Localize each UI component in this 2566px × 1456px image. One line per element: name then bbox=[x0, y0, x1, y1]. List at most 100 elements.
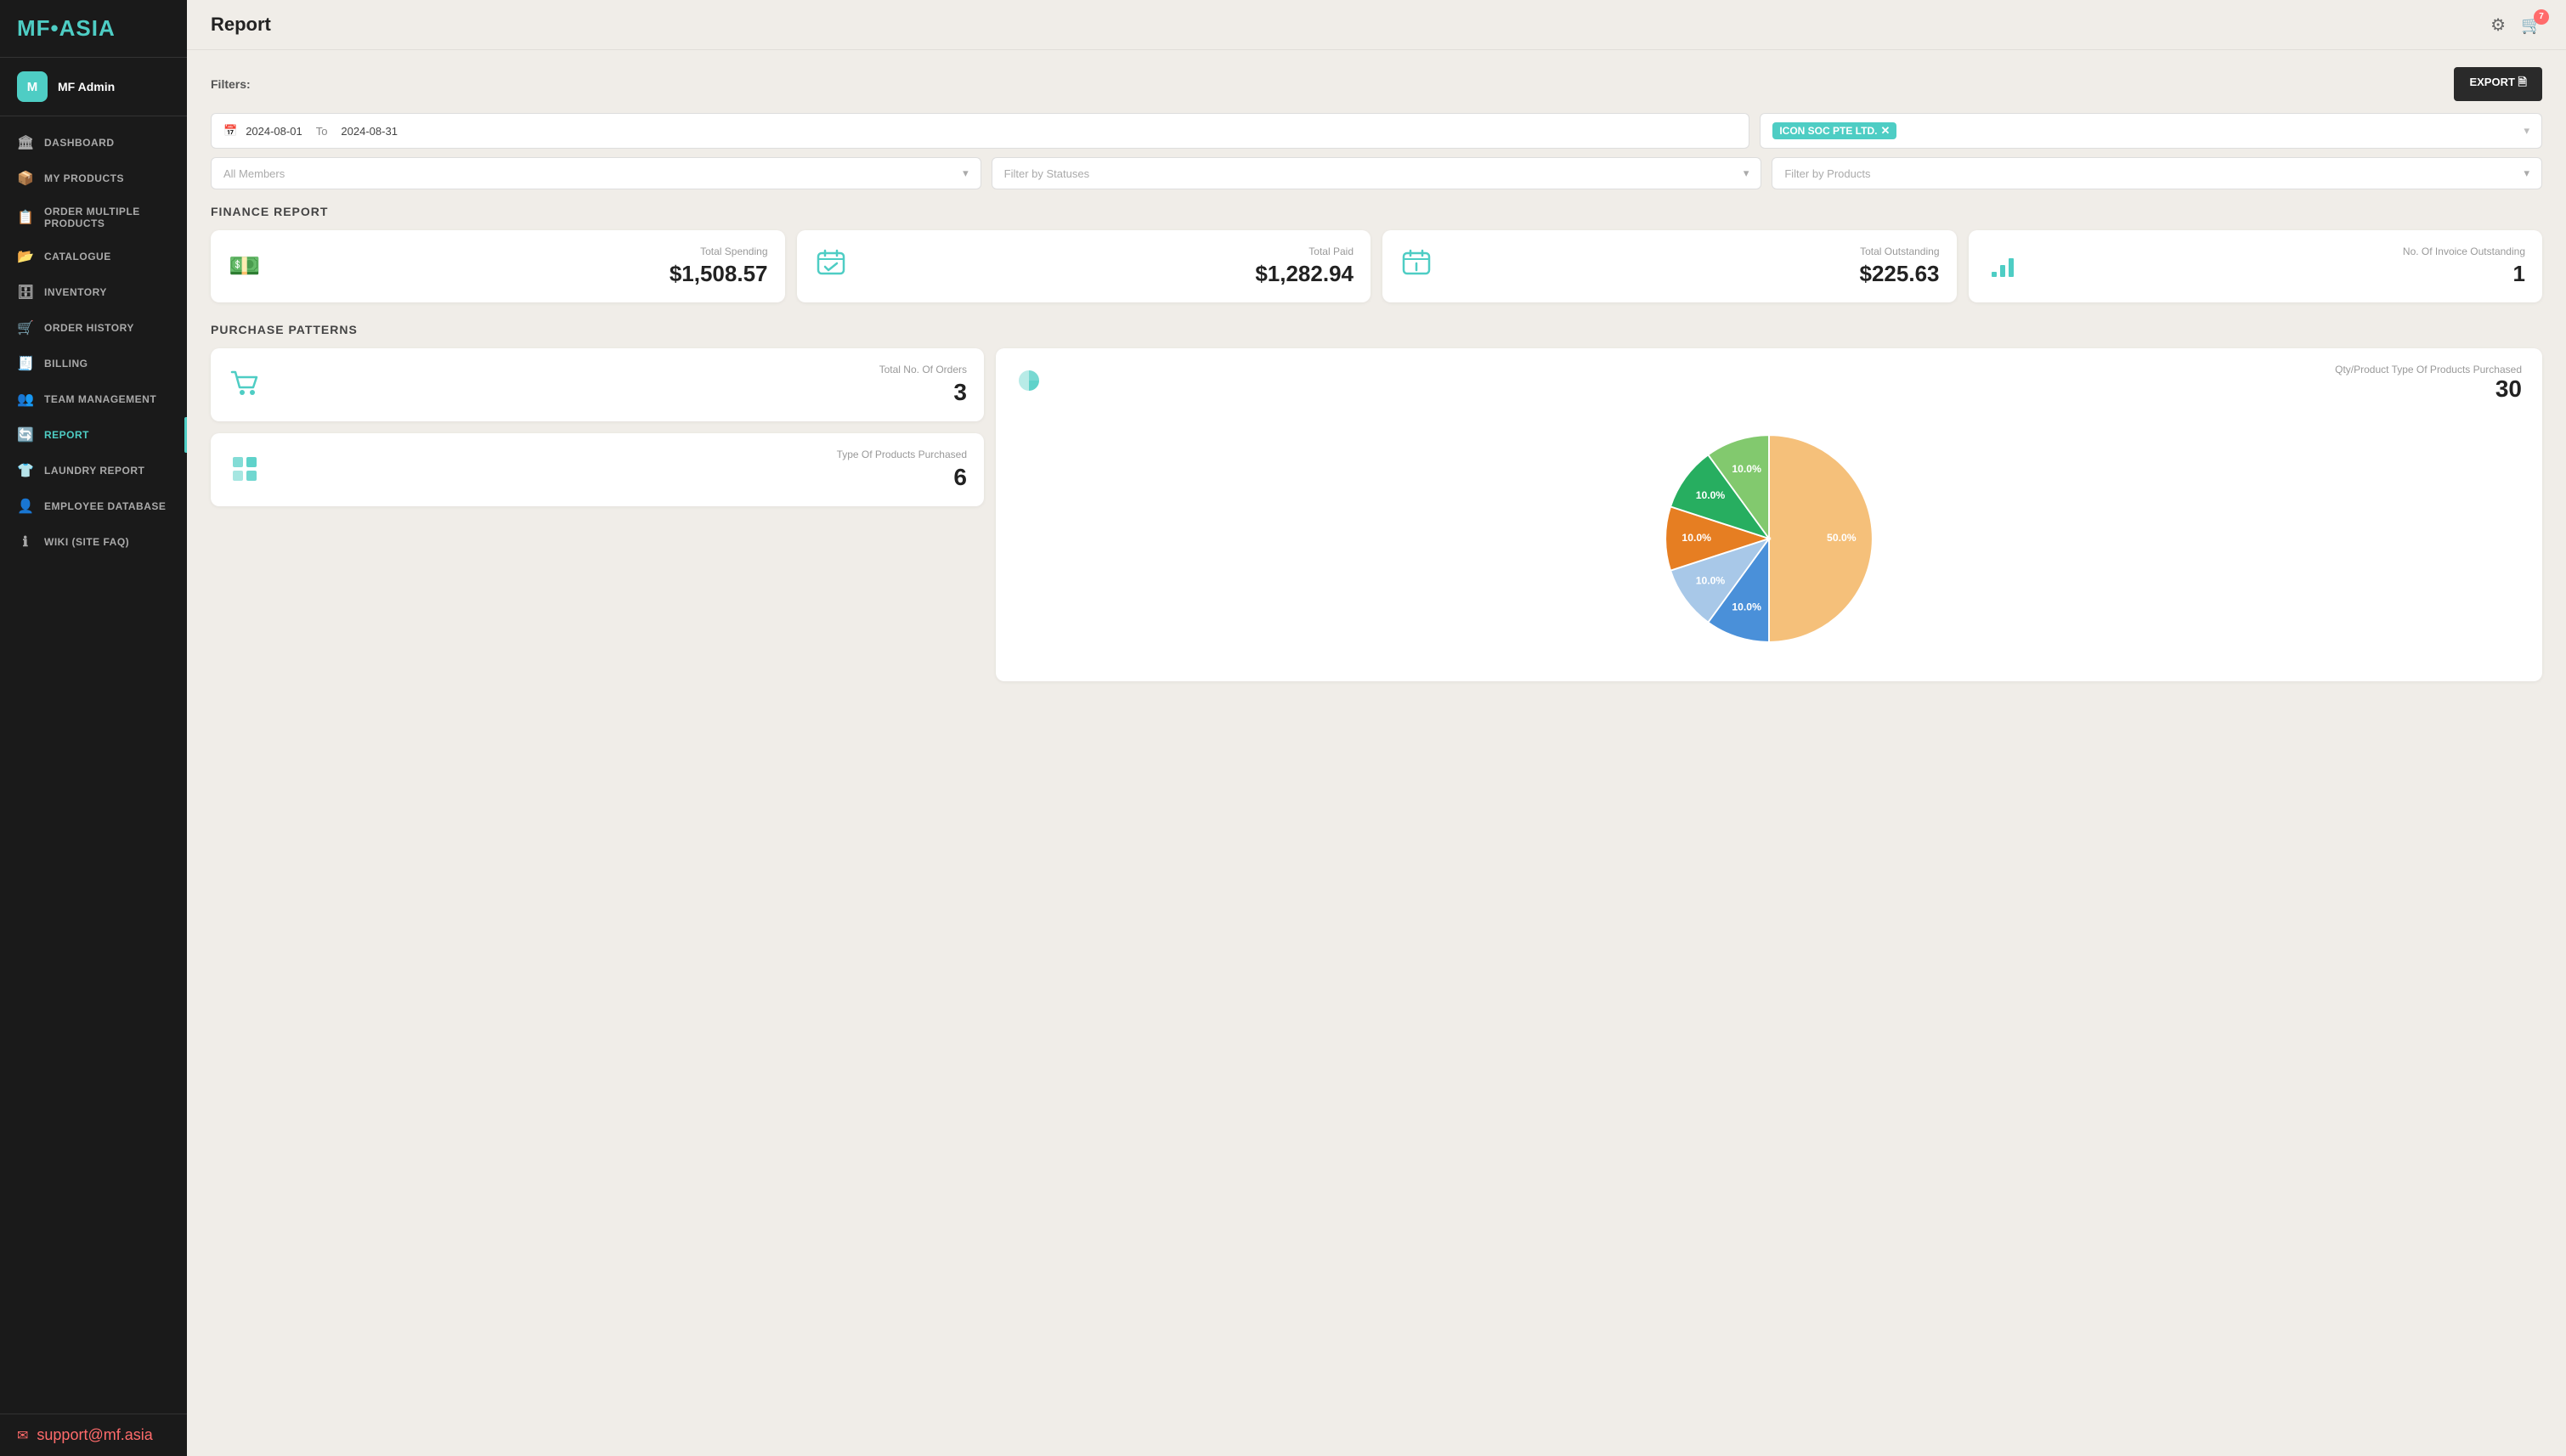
members-filter[interactable]: All Members ▾ bbox=[211, 157, 981, 189]
sidebar-item-catalogue[interactable]: 📂 CATALOGUE bbox=[0, 239, 187, 274]
invoice-icon bbox=[1986, 248, 2020, 285]
sidebar-item-label: WIKI (SITE FAQ) bbox=[44, 536, 129, 548]
spending-value: $1,508.57 bbox=[274, 261, 768, 287]
support-email: support@mf.asia bbox=[37, 1426, 152, 1444]
invoice-label: No. Of Invoice Outstanding bbox=[2032, 245, 2526, 257]
outstanding-label: Total Outstanding bbox=[1445, 245, 1940, 257]
topbar-actions: ⚙ 🛒 7 bbox=[2490, 14, 2542, 36]
outstanding-value: $225.63 bbox=[1445, 261, 1940, 287]
products-chevron-icon: ▾ bbox=[2524, 166, 2529, 180]
purchase-patterns-grid: Total No. Of Orders 3 Type O bbox=[211, 348, 2542, 681]
email-icon: ✉ bbox=[17, 1427, 28, 1444]
sidebar-item-label: LAUNDRY REPORT bbox=[44, 465, 144, 477]
filters-label: Filters: bbox=[211, 77, 251, 91]
laundry-report-icon: 👕 bbox=[17, 462, 34, 479]
products-type-value: 6 bbox=[274, 464, 967, 491]
sidebar-item-dashboard[interactable]: 🏛 DASHBOARD bbox=[0, 125, 187, 161]
finance-cards: 💵 Total Spending $1,508.57 Total Pai bbox=[211, 230, 2542, 302]
settings-button[interactable]: ⚙ bbox=[2490, 14, 2506, 36]
statuses-placeholder: Filter by Statuses bbox=[1004, 167, 1089, 180]
total-spending-card: 💵 Total Spending $1,508.57 bbox=[211, 230, 785, 302]
sidebar-footer: ✉ support@mf.asia bbox=[0, 1414, 187, 1456]
company-tag-label: ICON SOC PTE LTD. bbox=[1779, 125, 1877, 137]
sidebar-item-billing[interactable]: 🧾 BILLING bbox=[0, 346, 187, 381]
products-filter[interactable]: Filter by Products ▾ bbox=[1772, 157, 2542, 189]
orders-icon bbox=[228, 365, 262, 405]
company-tag-close[interactable]: ✕ bbox=[1880, 124, 1890, 138]
my-products-icon: 📦 bbox=[17, 170, 34, 187]
sidebar-item-label: REPORT bbox=[44, 429, 89, 441]
outstanding-icon bbox=[1399, 248, 1433, 285]
pie-header: Qty/Product Type Of Products Purchased 3… bbox=[1016, 364, 2522, 403]
products-type-icon bbox=[228, 450, 262, 490]
wiki-icon: ℹ bbox=[17, 533, 34, 550]
logo[interactable]: MF•ASIA bbox=[0, 0, 187, 58]
svg-text:50.0%: 50.0% bbox=[1827, 532, 1857, 544]
topbar: Report ⚙ 🛒 7 bbox=[187, 0, 2566, 50]
sidebar-item-label: DASHBOARD bbox=[44, 137, 115, 149]
pie-chart: 50.0%10.0%10.0%10.0%10.0%10.0% bbox=[1642, 411, 1896, 666]
purchase-section-title: PURCHASE PATTERNS bbox=[211, 323, 2542, 336]
username: MF Admin bbox=[58, 80, 115, 93]
sidebar-item-my-products[interactable]: 📦 MY PRODUCTS bbox=[0, 161, 187, 196]
sidebar-item-order-multiple[interactable]: 📋 ORDER MULTIPLE PRODUCTS bbox=[0, 196, 187, 239]
order-multiple-icon: 📋 bbox=[17, 209, 34, 226]
sidebar-item-wiki[interactable]: ℹ WIKI (SITE FAQ) bbox=[0, 524, 187, 560]
members-chevron-icon: ▾ bbox=[963, 166, 969, 180]
cart-button[interactable]: 🛒 7 bbox=[2521, 14, 2542, 36]
paid-icon bbox=[814, 248, 848, 285]
calendar-icon: 📅 bbox=[223, 124, 237, 138]
company-tag: ICON SOC PTE LTD. ✕ bbox=[1772, 122, 1896, 139]
date-to: 2024-08-31 bbox=[341, 125, 398, 138]
total-outstanding-card: Total Outstanding $225.63 bbox=[1382, 230, 1957, 302]
invoice-outstanding-card: No. Of Invoice Outstanding 1 bbox=[1969, 230, 2543, 302]
main-content: Report ⚙ 🛒 7 Filters: EXPORT 🗎 📅 2024-08… bbox=[187, 0, 2566, 1456]
total-paid-card: Total Paid $1,282.94 bbox=[797, 230, 1371, 302]
date-separator: To bbox=[316, 125, 328, 138]
sidebar-item-label: CATALOGUE bbox=[44, 251, 111, 262]
spending-content: Total Spending $1,508.57 bbox=[274, 245, 768, 287]
export-label: EXPORT 🗎 bbox=[2469, 75, 2527, 93]
sidebar-item-inventory[interactable]: 🗄 INVENTORY bbox=[0, 274, 187, 310]
date-range-filter[interactable]: 📅 2024-08-01 To 2024-08-31 bbox=[211, 113, 1749, 149]
team-management-icon: 👥 bbox=[17, 391, 34, 408]
pie-container: 50.0%10.0%10.0%10.0%10.0%10.0% bbox=[1016, 411, 2522, 666]
paid-label: Total Paid bbox=[860, 245, 1354, 257]
cart-badge: 7 bbox=[2534, 9, 2549, 25]
invoice-content: No. Of Invoice Outstanding 1 bbox=[2032, 245, 2526, 287]
orders-value: 3 bbox=[274, 379, 967, 406]
company-dropdown-arrow: ▾ bbox=[2524, 124, 2529, 138]
company-filter[interactable]: ICON SOC PTE LTD. ✕ ▾ bbox=[1760, 113, 2542, 149]
svg-text:10.0%: 10.0% bbox=[1696, 574, 1726, 586]
report-icon: 🔄 bbox=[17, 426, 34, 443]
svg-text:10.0%: 10.0% bbox=[1681, 532, 1711, 544]
sidebar-item-team-management[interactable]: 👥 TEAM MANAGEMENT bbox=[0, 381, 187, 417]
pie-chart-title: Qty/Product Type Of Products Purchased bbox=[2335, 364, 2522, 375]
avatar: M bbox=[17, 71, 48, 102]
spending-icon: 💵 bbox=[228, 251, 262, 281]
statuses-chevron-icon: ▾ bbox=[1744, 166, 1749, 180]
avatar-initial: M bbox=[27, 80, 38, 94]
logo-text: MF•ASIA bbox=[17, 15, 116, 41]
svg-text:10.0%: 10.0% bbox=[1696, 489, 1726, 501]
user-section: M MF Admin bbox=[0, 58, 187, 116]
pie-total-value: 30 bbox=[2335, 375, 2522, 403]
sidebar-item-laundry-report[interactable]: 👕 LAUNDRY REPORT bbox=[0, 453, 187, 488]
statuses-filter[interactable]: Filter by Statuses ▾ bbox=[992, 157, 1762, 189]
catalogue-icon: 📂 bbox=[17, 248, 34, 265]
sidebar-item-employee-database[interactable]: 👤 EMPLOYEE DATABASE bbox=[0, 488, 187, 524]
svg-text:10.0%: 10.0% bbox=[1732, 463, 1761, 475]
paid-value: $1,282.94 bbox=[860, 261, 1354, 287]
products-type-label: Type Of Products Purchased bbox=[274, 449, 967, 460]
sidebar-item-report[interactable]: 🔄 REPORT bbox=[0, 417, 187, 453]
outstanding-content: Total Outstanding $225.63 bbox=[1445, 245, 1940, 287]
export-button[interactable]: EXPORT 🗎 bbox=[2454, 67, 2542, 101]
pie-chart-card: Qty/Product Type Of Products Purchased 3… bbox=[996, 348, 2542, 681]
sidebar-item-label: BILLING bbox=[44, 358, 88, 370]
sidebar-item-order-history[interactable]: 🛒 ORDER HISTORY bbox=[0, 310, 187, 346]
page-title: Report bbox=[211, 14, 271, 36]
filter-row-date: 📅 2024-08-01 To 2024-08-31 ICON SOC PTE … bbox=[211, 113, 2542, 149]
products-placeholder: Filter by Products bbox=[1784, 167, 1870, 180]
orders-content: Total No. Of Orders 3 bbox=[274, 364, 967, 406]
sidebar: MF•ASIA M MF Admin 🏛 DASHBOARD 📦 MY PROD… bbox=[0, 0, 187, 1456]
